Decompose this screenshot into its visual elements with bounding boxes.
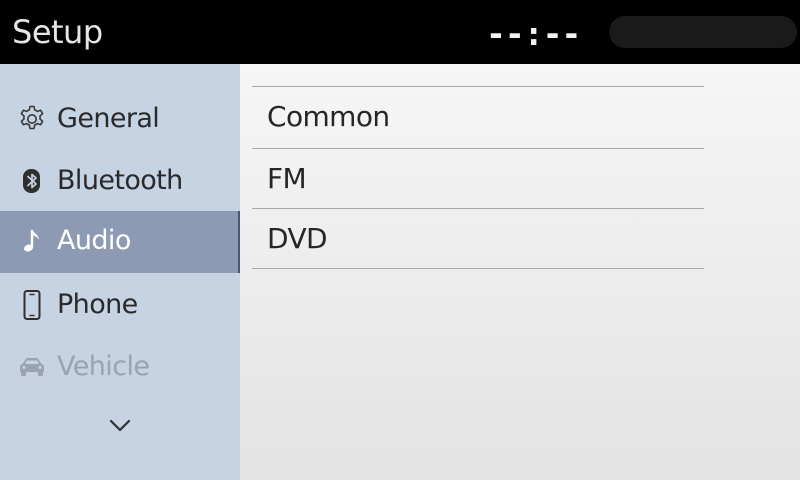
sidebar-item-label: Phone	[57, 289, 138, 320]
sidebar-item-bluetooth[interactable]: Bluetooth	[0, 151, 240, 213]
header-bar: Setup --:--	[0, 0, 800, 64]
gear-icon	[20, 105, 44, 130]
bluetooth-icon	[23, 169, 40, 193]
list-item-label: DVD	[267, 222, 328, 255]
music-note-icon	[24, 230, 39, 252]
list-item-label: FM	[267, 162, 307, 195]
sidebar: General Bluetooth Audio Phone Vehicle	[0, 64, 240, 480]
page-title: Setup	[12, 13, 103, 51]
list-item-label: Common	[267, 100, 390, 133]
list-item-common[interactable]: Common	[252, 87, 704, 147]
car-icon	[20, 358, 44, 376]
setup-screen: Setup --:-- General Bluetooth Audio Phon…	[0, 0, 800, 480]
phone-icon	[23, 290, 41, 320]
sidebar-item-label: Vehicle	[57, 351, 150, 382]
sidebar-item-audio[interactable]: Audio	[0, 211, 240, 273]
sidebar-item-phone[interactable]: Phone	[0, 275, 240, 337]
list-divider	[252, 268, 704, 269]
list-item-fm[interactable]: FM	[252, 149, 704, 209]
sidebar-item-label: Audio	[57, 225, 131, 256]
sidebar-item-vehicle[interactable]: Vehicle	[0, 337, 240, 399]
chevron-down-icon[interactable]	[102, 411, 138, 441]
list-item-dvd[interactable]: DVD	[252, 209, 704, 269]
status-bar	[609, 16, 797, 48]
sidebar-item-general[interactable]: General	[0, 89, 240, 151]
clock-display: --:--	[486, 14, 581, 53]
sidebar-item-label: Bluetooth	[57, 165, 183, 196]
main-panel: Common FM DVD	[240, 64, 800, 480]
sidebar-item-label: General	[57, 103, 160, 134]
